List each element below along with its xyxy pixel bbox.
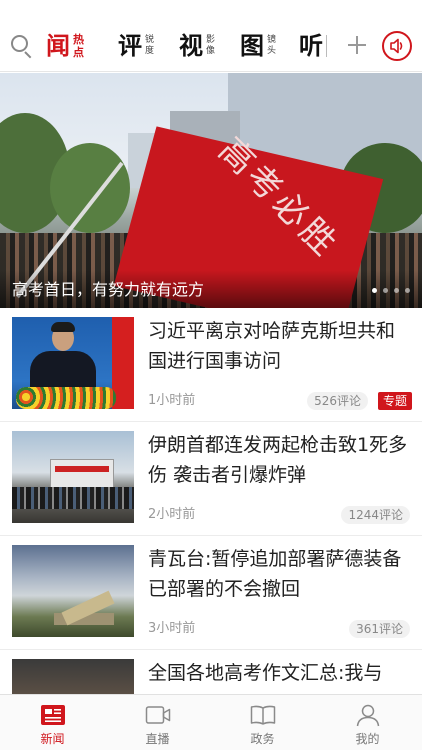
article-title: 伊朗首都连发两起枪击致1死多伤 袭击者引爆炸弹 <box>148 434 408 486</box>
tab-pictures-sub-1: 镜 <box>267 35 277 45</box>
comment-count-badge: 361评论 <box>349 620 410 638</box>
list-item[interactable]: 习近平离京对哈萨克斯坦共和国进行国事访问 1小时前 526评论 专题 <box>0 308 422 422</box>
book-icon <box>250 705 276 725</box>
tab-news-hot[interactable]: 闻 热 点 <box>46 30 84 62</box>
article-title: 青瓦台:暂停追加部署萨德装备 已部署的不会撤回 <box>148 548 402 600</box>
live-video-icon <box>145 706 171 724</box>
tab-pictures-char: 图 <box>240 31 264 60</box>
hero-caption: 高考首日，有努力就有远方 <box>12 280 205 299</box>
tab-me-label: 我的 <box>355 732 380 746</box>
tab-government-label: 政务 <box>250 732 275 746</box>
article-thumbnail <box>12 545 134 637</box>
article-thumbnail <box>12 317 134 409</box>
speaker-icon[interactable] <box>382 31 412 61</box>
tab-news-char: 闻 <box>46 31 70 60</box>
tab-video-sub-1: 影 <box>206 35 216 45</box>
article-time: 2小时前 <box>148 507 196 522</box>
comment-count-badge: 526评论 <box>307 392 368 410</box>
tab-commentary-char: 评 <box>118 31 142 60</box>
tab-commentary[interactable]: 评 锐 度 <box>118 30 154 62</box>
carousel-dot[interactable] <box>372 288 377 293</box>
tab-news-label: 新闻 <box>40 732 65 746</box>
list-item[interactable]: 青瓦台:暂停追加部署萨德装备 已部署的不会撤回 3小时前 361评论 <box>0 536 422 650</box>
tab-live-label: 直播 <box>145 732 170 746</box>
bottom-tab-bar: 新闻 直播 政务 我的 <box>0 694 422 750</box>
article-time: 1小时前 <box>148 393 196 408</box>
tab-video-sub-2: 像 <box>206 46 216 56</box>
tab-news[interactable]: 新闻 <box>0 695 105 750</box>
tab-video[interactable]: 视 影 像 <box>179 30 215 62</box>
carousel-indicator <box>372 288 410 293</box>
tab-listen-char: 听 <box>299 31 323 60</box>
article-title: 全国各地高考作文汇总:我与 <box>148 662 383 684</box>
tab-commentary-sub-2: 度 <box>145 46 155 56</box>
list-item[interactable]: 伊朗首都连发两起枪击致1死多伤 袭击者引爆炸弹 2小时前 1244评论 <box>0 422 422 536</box>
hero-banner[interactable]: 高考必胜 高考首日，有努力就有远方 <box>0 73 422 308</box>
comment-count-badge: 1244评论 <box>341 506 410 524</box>
user-icon <box>356 704 380 727</box>
article-time: 3小时前 <box>148 621 196 636</box>
tab-pictures[interactable]: 图 镜 头 <box>240 30 276 62</box>
article-title: 习近平离京对哈萨克斯坦共和国进行国事访问 <box>148 320 396 372</box>
carousel-dot[interactable] <box>383 288 388 293</box>
article-thumbnail <box>12 431 134 523</box>
top-navigation: 闻 热 点 评 锐 度 视 影 像 图 镜 头 听 <box>0 0 422 72</box>
carousel-dot[interactable] <box>405 288 410 293</box>
carousel-dot[interactable] <box>394 288 399 293</box>
tab-me[interactable]: 我的 <box>315 695 420 750</box>
tab-listen-divider <box>326 35 327 57</box>
tab-news-sub-2: 点 <box>73 46 84 59</box>
article-thumbnail <box>12 659 134 694</box>
plus-icon[interactable] <box>346 34 368 56</box>
tab-commentary-sub-1: 锐 <box>145 35 155 45</box>
tab-news-sub-1: 热 <box>73 33 84 46</box>
tab-pictures-sub-2: 头 <box>267 46 277 56</box>
topic-tag[interactable]: 专题 <box>377 392 412 410</box>
list-item[interactable]: 全国各地高考作文汇总:我与 <box>0 650 422 694</box>
tab-live[interactable]: 直播 <box>105 695 210 750</box>
tab-listen[interactable]: 听 <box>299 30 327 62</box>
news-icon <box>41 705 65 725</box>
search-icon[interactable] <box>10 34 34 59</box>
tab-video-char: 视 <box>179 31 203 60</box>
tab-government[interactable]: 政务 <box>210 695 315 750</box>
